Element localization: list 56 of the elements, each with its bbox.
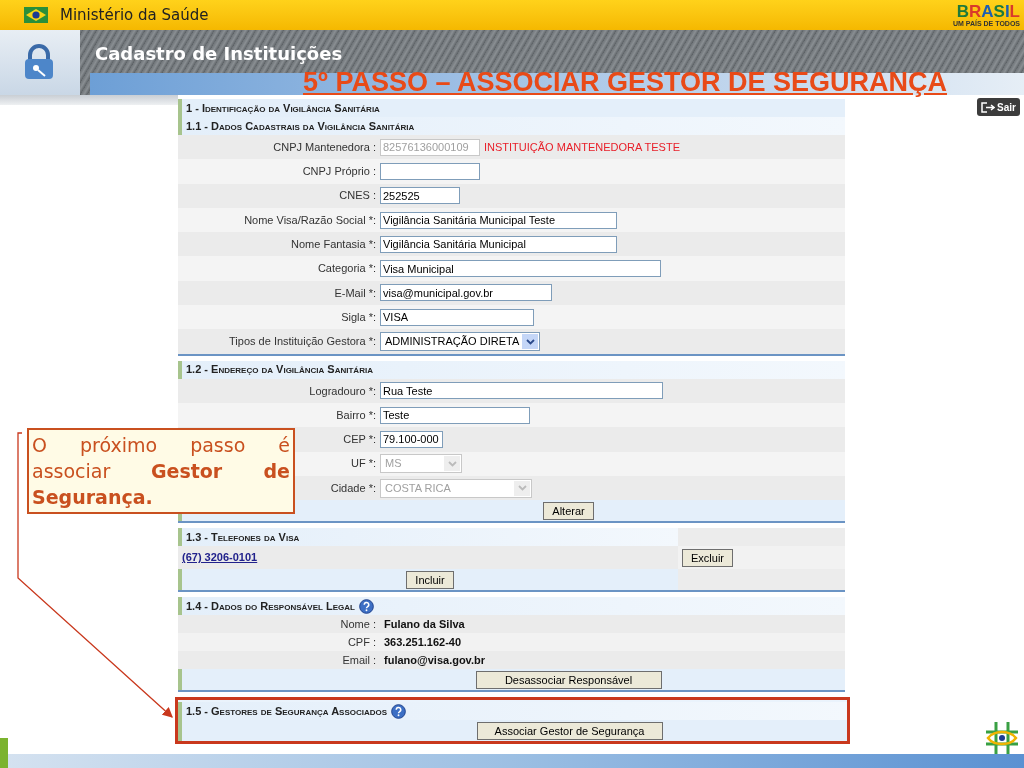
field-label: Bairro *:: [336, 407, 376, 423]
ministry-name: Ministério da Saúde: [60, 4, 209, 26]
select-field[interactable]: ADMINISTRAÇÃO DIRETA: [380, 332, 540, 351]
add-button[interactable]: Incluir: [406, 570, 454, 589]
info-value: 363.251.162-40: [383, 634, 463, 650]
app-title: Cadastro de Instituições: [95, 42, 343, 66]
field-label: Logradouro *:: [309, 383, 376, 399]
input-field[interactable]: Rua Teste: [380, 382, 663, 400]
field-label: CNPJ Próprio :: [302, 164, 376, 180]
flag-icon: [24, 7, 48, 23]
section-heading: 1.2 - Endereço da Vigilância Sanitária: [186, 362, 373, 378]
info-label: Email :: [342, 652, 376, 668]
main-heading: 1 - Identificação da Vigilância Sanitária: [186, 100, 380, 116]
lock-icon: [22, 44, 56, 80]
input-field[interactable]: Visa Municipal: [380, 260, 661, 278]
input-field[interactable]: visa@municipal.gov.br: [380, 284, 552, 302]
input-field[interactable]: Vigilância Sanitária Municipal Teste: [380, 211, 617, 229]
section-heading: 1.4 - Dados do Responsável Legal: [186, 598, 355, 614]
associate-button[interactable]: Associar Gestor de Segurança: [476, 721, 663, 740]
logout-button[interactable]: Sair: [977, 98, 1020, 116]
help-icon[interactable]: [358, 598, 374, 614]
input-field[interactable]: Teste: [380, 406, 530, 424]
field-label: Cidade *:: [330, 480, 376, 496]
delete-button[interactable]: Excluir: [682, 548, 733, 567]
field-label: Tipos de Instituição Gestora *:: [229, 334, 376, 350]
section-heading: 1.3 - Telefones da Visa: [186, 529, 300, 545]
input-field[interactable]: 79.100-000: [380, 430, 443, 448]
field-label: CNES :: [339, 188, 376, 204]
dissociate-button[interactable]: Desassociar Responsável: [475, 670, 662, 689]
phone-link[interactable]: (67) 3206-0101: [182, 549, 258, 566]
input-field[interactable]: 252525: [380, 187, 460, 205]
callout-text: O próximo passo é associar Gestor de Segurança.: [27, 428, 295, 514]
field-label: CEP *:: [343, 432, 376, 448]
alter-button[interactable]: Alterar: [543, 501, 594, 520]
institution-name: INSTITUIÇÃO MANTENEDORA TESTE: [484, 139, 680, 155]
info-label: Nome :: [340, 616, 376, 632]
info-value: Fulano da Silva: [383, 616, 466, 632]
input-field[interactable]: [380, 162, 480, 180]
field-label: Nome Fantasia *:: [291, 237, 376, 253]
exit-icon: [981, 101, 996, 113]
help-icon[interactable]: [391, 703, 407, 719]
input-field[interactable]: VISA: [380, 308, 534, 326]
info-value: fulano@visa.gov.br: [383, 652, 486, 668]
info-label: CPF :: [347, 634, 376, 650]
section-heading: 1.5 - Gestores de Segurança Associados: [186, 703, 388, 719]
dropdown-icon[interactable]: [522, 334, 538, 349]
section-heading: 1.1 - Dados Cadastrais da Vigilância Sanitária: [186, 118, 415, 134]
input-field[interactable]: Vigilância Sanitária Municipal: [380, 235, 617, 253]
footer-accent: [0, 738, 8, 768]
field-label: Categoria *:: [317, 261, 376, 277]
slide-title: 5º PASSO – ASSOCIAR GESTOR DE SEGURANÇA: [303, 68, 947, 96]
field-label: Nome Visa/Razão Social *:: [244, 212, 376, 228]
field-label: UF *:: [350, 456, 376, 472]
field-label: Sigla *:: [341, 309, 376, 325]
field-label: CNPJ Mantenedora :: [273, 139, 376, 155]
field-label: E-Mail *:: [334, 285, 376, 301]
